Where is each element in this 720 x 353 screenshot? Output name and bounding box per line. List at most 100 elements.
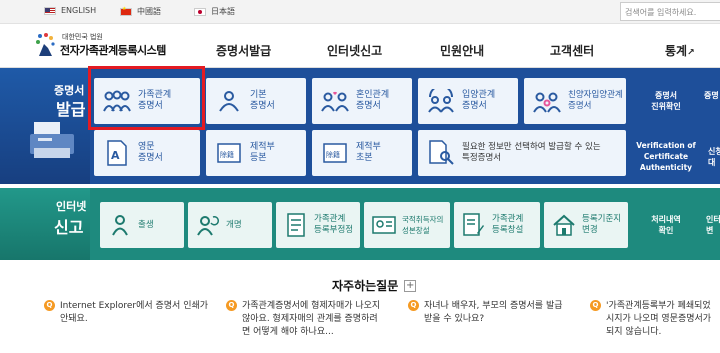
tile-label-l2: 증명서	[138, 153, 163, 163]
tile-label-l2: 변경	[582, 225, 598, 235]
logo-subtitle: 대한민국 법원	[62, 33, 103, 41]
tile-label-l1: 제적부	[356, 142, 381, 152]
english-document-icon: A	[102, 138, 132, 168]
nav-customer-center[interactable]: 고객센터	[550, 42, 594, 59]
tile-register-correction[interactable]: 가족관계 등록부정정	[276, 202, 360, 248]
tile-label-l1: 친양자입양관계	[568, 90, 623, 100]
faq-item[interactable]: Q 자녀나 배우자, 부모의 증명서를 발급 받을 수 있나요?	[408, 300, 583, 326]
faq-item[interactable]: Q 가족관계증명서에 형제자매가 나오지않아요. 형제자매의 관계를 증명하려면…	[226, 300, 401, 339]
edge-label: 신청	[708, 147, 720, 156]
faq-title: 자주하는질문 +	[332, 277, 417, 294]
nav-statistics[interactable]: 통계↗	[665, 42, 695, 59]
tile-adoption-cert[interactable]: 입양관계 증명서	[418, 78, 518, 124]
faq-item[interactable]: Q '가족관계등록부가 폐쇄되었 시지가 나오며 영문증명서가 되지 않습니다.	[590, 300, 720, 350]
faq-line: '가족관계등록부가 폐쇄되었	[606, 301, 711, 311]
faq-line: 면 어떻게 해야 하나요...	[242, 327, 334, 337]
tile-removed-register-extract[interactable]: 除籍 제적부 초본	[312, 130, 412, 176]
faq-line: 시지가 나오며 영문증명서가	[606, 314, 712, 324]
person-icon	[214, 86, 244, 116]
tile-basic-cert[interactable]: 기본 증명서	[206, 78, 306, 124]
tile-marriage-cert[interactable]: 혼인관계 증명서	[312, 78, 412, 124]
edge-label: 인터	[706, 215, 720, 224]
svg-text:A: A	[111, 149, 120, 162]
faq-line: 않아요. 형제자매의 관계를 증명하려	[242, 314, 378, 324]
report-label-big: 신고	[54, 218, 84, 237]
adoption-icon	[426, 86, 456, 116]
side-label-l2: 확인	[658, 226, 674, 235]
cert-apply-link-partial[interactable]: 증명	[704, 90, 720, 101]
tile-surname-creation[interactable]: 국적취득자의성본창설	[364, 202, 450, 248]
tile-label-l1: 등록기준지	[582, 214, 622, 224]
tile-label-l2: 증명서	[568, 101, 592, 111]
side-label-l2: 진위확인	[651, 102, 681, 111]
tile-english-cert[interactable]: A 영문 증명서	[94, 130, 200, 176]
full-adoption-icon	[532, 86, 562, 116]
site-logo[interactable]: 대한민국 법원 전자가족관계등록시스템	[34, 32, 166, 58]
nav-statistics-label: 통계	[665, 44, 688, 58]
tile-register-creation[interactable]: 가족관계 등록창설	[454, 202, 540, 248]
tile-label-l1: 제적부	[250, 142, 275, 152]
tile-label-l2: 증명서	[356, 101, 381, 111]
tile-domicile-change[interactable]: 등록기준지 변경	[544, 202, 628, 248]
question-icon: Q	[44, 300, 55, 311]
search-input[interactable]: 검색어를 입력하세요.	[620, 2, 720, 21]
question-icon: Q	[408, 300, 419, 311]
tile-label-l2: 증명서	[462, 101, 487, 111]
tile-name-change[interactable]: 개명	[188, 202, 272, 248]
us-flag-icon	[44, 6, 56, 15]
faq-more-icon[interactable]: +	[404, 279, 417, 292]
nav-certificate-issue[interactable]: 증명서발급	[216, 42, 271, 59]
svg-text:除籍: 除籍	[220, 150, 234, 159]
edge-label: 대	[708, 158, 716, 167]
lang-japanese[interactable]: 日本語	[194, 6, 235, 17]
tile-label-l1: 가족관계	[492, 214, 524, 224]
faq-item[interactable]: Q Internet Explorer에서 증명서 인쇄가 안돼요.	[44, 300, 219, 326]
tile-label: 출생	[138, 219, 154, 230]
lang-chinese[interactable]: 中國語	[120, 6, 161, 17]
external-link-icon: ↗	[687, 48, 695, 58]
process-history-link[interactable]: 처리내역 확인	[640, 214, 692, 236]
tile-label: 개명	[226, 219, 242, 230]
side-label-l1: Verification of	[636, 141, 696, 150]
nav-civil-guide[interactable]: 민원안내	[440, 42, 484, 59]
tile-label-l2: 특정증명서	[462, 153, 502, 163]
house-icon	[552, 213, 576, 237]
faq-line: 가족관계증명서에 형제자매가 나오지	[242, 301, 381, 311]
lang-english-label: ENGLISH	[61, 6, 97, 15]
side-label-l1: 증명서	[654, 91, 678, 100]
document-edit-icon	[462, 213, 486, 237]
side-label-l3: Authenticity	[639, 163, 693, 172]
issue-section-label: 증명서 발급	[0, 68, 90, 184]
tile-removed-register-copy[interactable]: 除籍 제적부 등본	[206, 130, 306, 176]
tile-specific-cert[interactable]: 필요한 정보만 선택하여 발급할 수 있는 특정증명서	[418, 130, 626, 176]
selection-highlight	[88, 66, 205, 130]
tile-label-l1: 가족관계	[314, 214, 346, 224]
header: 대한민국 법원 전자가족관계등록시스템 증명서발급 인터넷신고 민원안내 고객센…	[0, 24, 720, 68]
removed-document-icon: 除籍	[214, 138, 244, 168]
cert-verification-link[interactable]: 증명서진위확인	[636, 90, 696, 112]
question-icon: Q	[226, 300, 237, 311]
edge-label: 변	[706, 226, 714, 235]
couple-heart-icon	[320, 86, 350, 116]
name-change-icon	[196, 213, 220, 237]
tile-label-l1: 영문	[138, 142, 155, 152]
tile-full-adoption-cert[interactable]: 친양자입양관계 증명서	[524, 78, 626, 124]
tile-label-l1: 국적취득자의	[402, 215, 444, 224]
report-section-label: 인터넷 신고	[0, 188, 90, 260]
tile-label-l2: 등록부정정	[314, 225, 354, 235]
tile-birth-report[interactable]: 출생	[100, 202, 184, 248]
japan-flag-icon	[194, 7, 206, 16]
tile-label-l2: 성본창설	[402, 226, 430, 235]
tile-label-l2: 초본	[356, 153, 373, 163]
tile-label-l1: 필요한 정보만 선택하여 발급할 수 있는	[462, 142, 601, 152]
baby-icon	[108, 213, 132, 237]
removed-document-icon: 除籍	[320, 138, 350, 168]
lang-english[interactable]: ENGLISH	[44, 6, 96, 15]
tile-label-l1: 입양관계	[462, 90, 496, 100]
apply-link-partial[interactable]: 신청대	[708, 146, 720, 168]
report-link-partial[interactable]: 인터변	[706, 214, 720, 236]
verification-english-link[interactable]: Verification of Certificate Authenticity	[632, 140, 700, 173]
faq-line: Internet Explorer에서 증명서 인쇄가	[60, 301, 209, 311]
nav-internet-report[interactable]: 인터넷신고	[327, 42, 382, 59]
tile-label-l2: 등록창설	[492, 225, 524, 235]
